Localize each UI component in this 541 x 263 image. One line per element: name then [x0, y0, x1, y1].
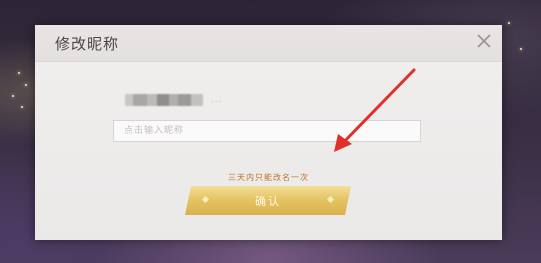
- dialog-header: 修改昵称: [35, 25, 502, 62]
- right-diamond-icon: [327, 196, 334, 203]
- sparkle: [520, 48, 522, 50]
- sparkle: [18, 72, 20, 74]
- current-nickname: ...: [125, 93, 223, 107]
- confirm-button[interactable]: 确认: [185, 186, 351, 215]
- confirm-button-label: 确认: [255, 195, 281, 208]
- rename-dialog: 修改昵称 ... 三天内只能改名一次 确认: [35, 25, 502, 240]
- nickname-suffix: ...: [211, 95, 223, 105]
- close-button[interactable]: [474, 31, 494, 51]
- sparkle: [21, 106, 23, 108]
- rename-limit-hint: 三天内只能改名一次: [228, 173, 309, 182]
- close-icon: [477, 34, 491, 48]
- sparkle: [12, 95, 14, 97]
- dialog-title: 修改昵称: [55, 35, 120, 53]
- left-diamond-icon: [202, 196, 209, 203]
- sparkle: [508, 22, 510, 24]
- nickname-mosaic: [125, 94, 203, 106]
- sparkle: [25, 84, 27, 86]
- nickname-input[interactable]: [113, 120, 421, 142]
